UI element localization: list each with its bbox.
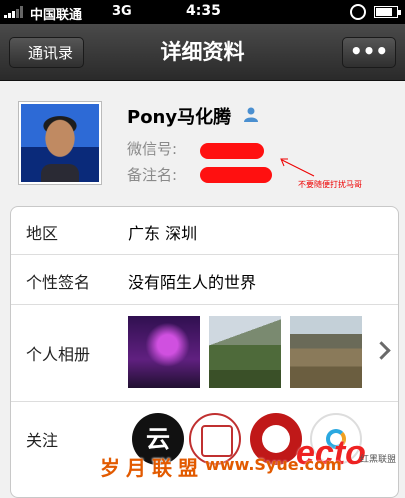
wechat-id-redaction: [200, 143, 264, 159]
album-photo-2[interactable]: [209, 316, 281, 388]
album-label: 个人相册: [26, 345, 91, 364]
annotation-text: 不要随便打扰马哥: [298, 180, 362, 189]
network-type: 3G: [112, 4, 132, 19]
signature-label: 个性签名: [26, 273, 91, 292]
annotation-arrow-icon: [280, 158, 315, 177]
chevron-right-icon: [372, 341, 391, 360]
album-photo-3[interactable]: [290, 316, 362, 388]
region-row: 地区 广东 深圳: [11, 207, 398, 255]
battery-icon: [374, 6, 401, 18]
album-photo-1[interactable]: [128, 316, 200, 388]
back-button[interactable]: 通讯录: [9, 37, 85, 68]
signature-row: 个性签名 没有陌生人的世界: [11, 254, 398, 305]
signal-icon: [4, 6, 26, 18]
contact-name: Pony马化腾: [127, 107, 232, 128]
region-label: 地区: [26, 224, 59, 243]
wechat-id-label: 微信号:: [127, 140, 178, 158]
rotation-lock-icon: [350, 4, 366, 20]
status-bar: 中国联通 3G 4:35: [0, 0, 405, 24]
avatar-photo: [21, 104, 99, 182]
nav-bar: 详细资料 通讯录 •••: [0, 24, 405, 81]
watermark-text: 岁月联盟: [100, 456, 204, 480]
note-name-redaction: [200, 167, 272, 183]
album-row[interactable]: 个人相册: [11, 304, 398, 402]
more-button[interactable]: •••: [342, 37, 396, 68]
carrier-name: 中国联通: [30, 8, 83, 23]
note-name-label: 备注名:: [127, 166, 178, 184]
region-value: 广东 深圳: [128, 224, 198, 243]
avatar[interactable]: [18, 101, 102, 185]
person-icon: [244, 107, 258, 122]
watermark-url: www.Syue.com: [205, 455, 342, 474]
follow-label: 关注: [26, 431, 59, 450]
signature-value: 没有陌生人的世界: [128, 273, 257, 292]
watermark-sub: 红黑联盟: [360, 455, 397, 465]
clock: 4:35: [186, 3, 221, 19]
